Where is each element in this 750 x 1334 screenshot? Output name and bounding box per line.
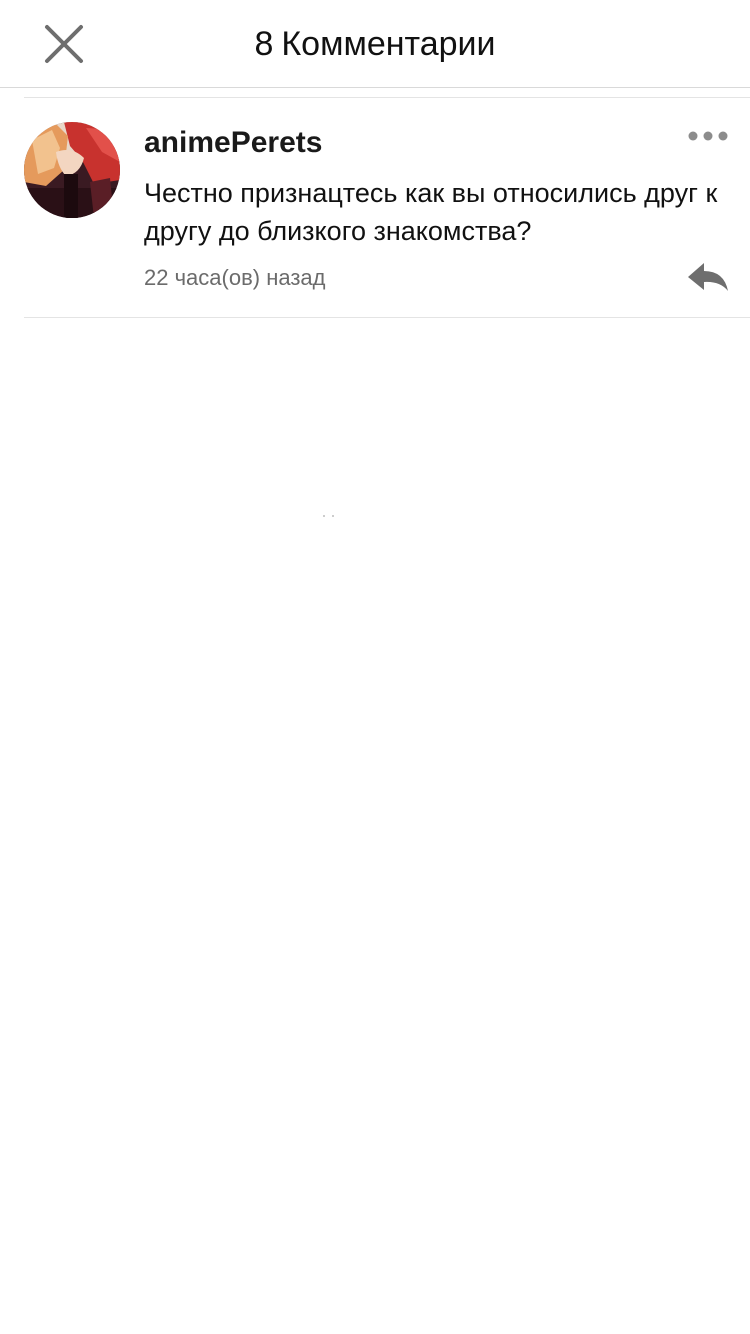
loading-indicator bbox=[320, 506, 340, 517]
page-title: 8 Комментарии bbox=[0, 22, 750, 66]
comment-timestamp: 22 часа(ов) назад bbox=[144, 265, 326, 290]
comment-text: Честно признацтесь как вы относились дру… bbox=[144, 178, 718, 246]
reply-button[interactable] bbox=[684, 258, 732, 298]
more-options-button[interactable] bbox=[684, 126, 732, 146]
comment-item: animePerets Честно признацтесь как вы от… bbox=[24, 98, 750, 318]
reply-arrow-icon bbox=[688, 263, 728, 291]
avatar-image bbox=[24, 122, 120, 218]
comment-count: 8 bbox=[254, 25, 274, 63]
title-label: Комментарии bbox=[281, 25, 496, 63]
comment-username[interactable]: animePerets bbox=[144, 124, 322, 162]
loading-dots-icon bbox=[323, 515, 334, 517]
header-bar: 8 Комментарии bbox=[0, 0, 750, 88]
avatar[interactable] bbox=[24, 122, 120, 218]
more-dots-icon bbox=[688, 131, 728, 141]
